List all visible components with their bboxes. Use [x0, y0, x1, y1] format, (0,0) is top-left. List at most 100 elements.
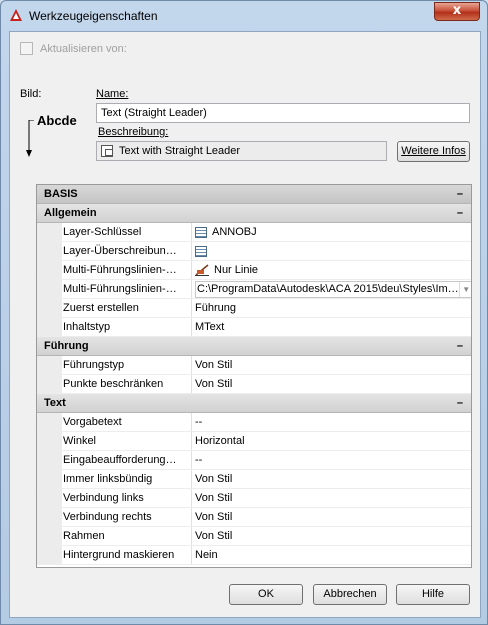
property-value[interactable]: Von Stil [192, 489, 471, 507]
property-value[interactable]: -- [192, 413, 471, 431]
category-basis[interactable]: BASIS – [37, 185, 471, 204]
table-icon[interactable] [195, 245, 207, 257]
style-path-dropdown[interactable]: C:\ProgramData\Autodesk\ACA 2015\deu\Sty… [195, 280, 471, 298]
dialog-client: Aktualisieren von: Bild: Abcde Name: Tex… [9, 31, 481, 618]
property-row[interactable]: Punkte beschränken Von Stil [37, 375, 471, 394]
property-name: Führungstyp [62, 356, 192, 374]
collapse-icon[interactable]: – [457, 204, 463, 222]
row-gutter [37, 356, 62, 374]
property-value[interactable]: Führung [192, 299, 471, 317]
row-gutter [37, 470, 62, 488]
property-value[interactable]: -- [192, 451, 471, 469]
update-from-checkbox[interactable] [20, 42, 33, 55]
property-name: Punkte beschränken [62, 375, 192, 393]
row-gutter [37, 299, 62, 317]
row-gutter [37, 546, 62, 564]
property-row[interactable]: Layer-Schlüssel ANNOBJ [37, 223, 471, 242]
category-text[interactable]: Text – [37, 394, 471, 413]
property-value[interactable]: ANNOBJ [192, 223, 471, 241]
property-value-text: ANNOBJ [212, 226, 257, 238]
property-value[interactable]: Horizontal [192, 432, 471, 450]
property-row[interactable]: Rahmen Von Stil [37, 527, 471, 546]
property-name: Verbindung rechts [62, 508, 192, 526]
help-button[interactable]: Hilfe [396, 584, 470, 605]
property-row[interactable]: Inhaltstyp MText [37, 318, 471, 337]
more-info-label: Weitere Infos [401, 145, 466, 157]
property-value[interactable]: Nur Linie [192, 261, 471, 279]
name-label: Name: [96, 88, 129, 100]
property-row[interactable]: Eingabeaufforderung… -- [37, 451, 471, 470]
property-name: Inhaltstyp [62, 318, 192, 336]
table-icon [195, 226, 207, 238]
update-from-label: Aktualisieren von: [40, 42, 127, 55]
property-value[interactable] [192, 242, 471, 260]
property-value-text: Nur Linie [214, 264, 259, 276]
property-name: Rahmen [62, 527, 192, 545]
collapse-icon[interactable]: – [457, 337, 463, 355]
property-value[interactable]: MText [192, 318, 471, 336]
property-value[interactable]: C:\ProgramData\Autodesk\ACA 2015\deu\Sty… [192, 280, 471, 298]
row-gutter [37, 280, 62, 298]
copy-icon [101, 145, 113, 157]
category-fuehrung[interactable]: Führung – [37, 337, 471, 356]
category-text-label: Text [44, 397, 66, 409]
property-name: Winkel [62, 432, 192, 450]
title-bar[interactable]: Werkzeugeigenschaften x [1, 1, 487, 29]
row-gutter [37, 451, 62, 469]
property-row[interactable]: Hintergrund maskieren Nein [37, 546, 471, 565]
more-info-button[interactable]: Weitere Infos [397, 141, 470, 162]
property-row[interactable]: Vorgabetext -- [37, 413, 471, 432]
collapse-icon[interactable]: – [457, 185, 463, 203]
category-allgemein[interactable]: Allgemein – [37, 204, 471, 223]
name-input[interactable]: Text (Straight Leader) [96, 103, 470, 123]
row-gutter [37, 413, 62, 431]
property-row[interactable]: Verbindung links Von Stil [37, 489, 471, 508]
chevron-down-icon[interactable]: ▼ [458, 281, 471, 297]
row-gutter [37, 318, 62, 336]
row-gutter [37, 508, 62, 526]
property-name: Eingabeaufforderung… [62, 451, 192, 469]
property-name: Layer-Schlüssel [62, 223, 192, 241]
property-row[interactable]: Multi-Führungslinien-… C:\ProgramData\Au… [37, 280, 471, 299]
property-value[interactable]: Von Stil [192, 470, 471, 488]
description-field[interactable]: Text with Straight Leader [96, 141, 387, 161]
property-name: Verbindung links [62, 489, 192, 507]
property-value[interactable]: Von Stil [192, 356, 471, 374]
description-label: Beschreibung: [98, 126, 169, 138]
property-grid: BASIS – Allgemein – Layer-Schlüssel ANNO… [36, 184, 472, 568]
property-value[interactable]: Nein [192, 546, 471, 564]
row-gutter [37, 375, 62, 393]
category-allgemein-label: Allgemein [44, 207, 97, 219]
property-name: Multi-Führungslinien-… [62, 261, 192, 279]
property-row[interactable]: Winkel Horizontal [37, 432, 471, 451]
dropdown-value: C:\ProgramData\Autodesk\ACA 2015\deu\Sty… [197, 283, 459, 295]
property-value[interactable]: Von Stil [192, 375, 471, 393]
property-row[interactable]: Layer-Überschreibun… [37, 242, 471, 261]
close-button[interactable]: x [434, 2, 480, 21]
description-value: Text with Straight Leader [119, 145, 241, 157]
property-name: Hintergrund maskieren [62, 546, 192, 564]
cancel-button[interactable]: Abbrechen [313, 584, 387, 605]
property-row[interactable]: Immer linksbündig Von Stil [37, 470, 471, 489]
properties-window: Werkzeugeigenschaften x Aktualisieren vo… [0, 0, 488, 625]
ok-button[interactable]: OK [229, 584, 303, 605]
leader-arrow-icon [26, 120, 34, 157]
collapse-icon[interactable]: – [457, 394, 463, 412]
image-label: Bild: [20, 88, 42, 100]
property-name: Multi-Führungslinien-… [62, 280, 192, 298]
row-gutter [37, 223, 62, 241]
row-gutter [37, 432, 62, 450]
property-name: Vorgabetext [62, 413, 192, 431]
property-name: Layer-Überschreibun… [62, 242, 192, 260]
autocad-logo-icon [10, 9, 22, 21]
category-fuehrung-label: Führung [44, 340, 89, 352]
update-from-checkbox-row[interactable]: Aktualisieren von: [20, 42, 127, 55]
row-gutter [37, 527, 62, 545]
property-row[interactable]: Multi-Führungslinien-… Nur Linie [37, 261, 471, 280]
row-gutter [37, 242, 62, 260]
property-value[interactable]: Von Stil [192, 508, 471, 526]
property-row[interactable]: Führungstyp Von Stil [37, 356, 471, 375]
property-row[interactable]: Verbindung rechts Von Stil [37, 508, 471, 527]
property-value[interactable]: Von Stil [192, 527, 471, 545]
property-row[interactable]: Zuerst erstellen Führung [37, 299, 471, 318]
